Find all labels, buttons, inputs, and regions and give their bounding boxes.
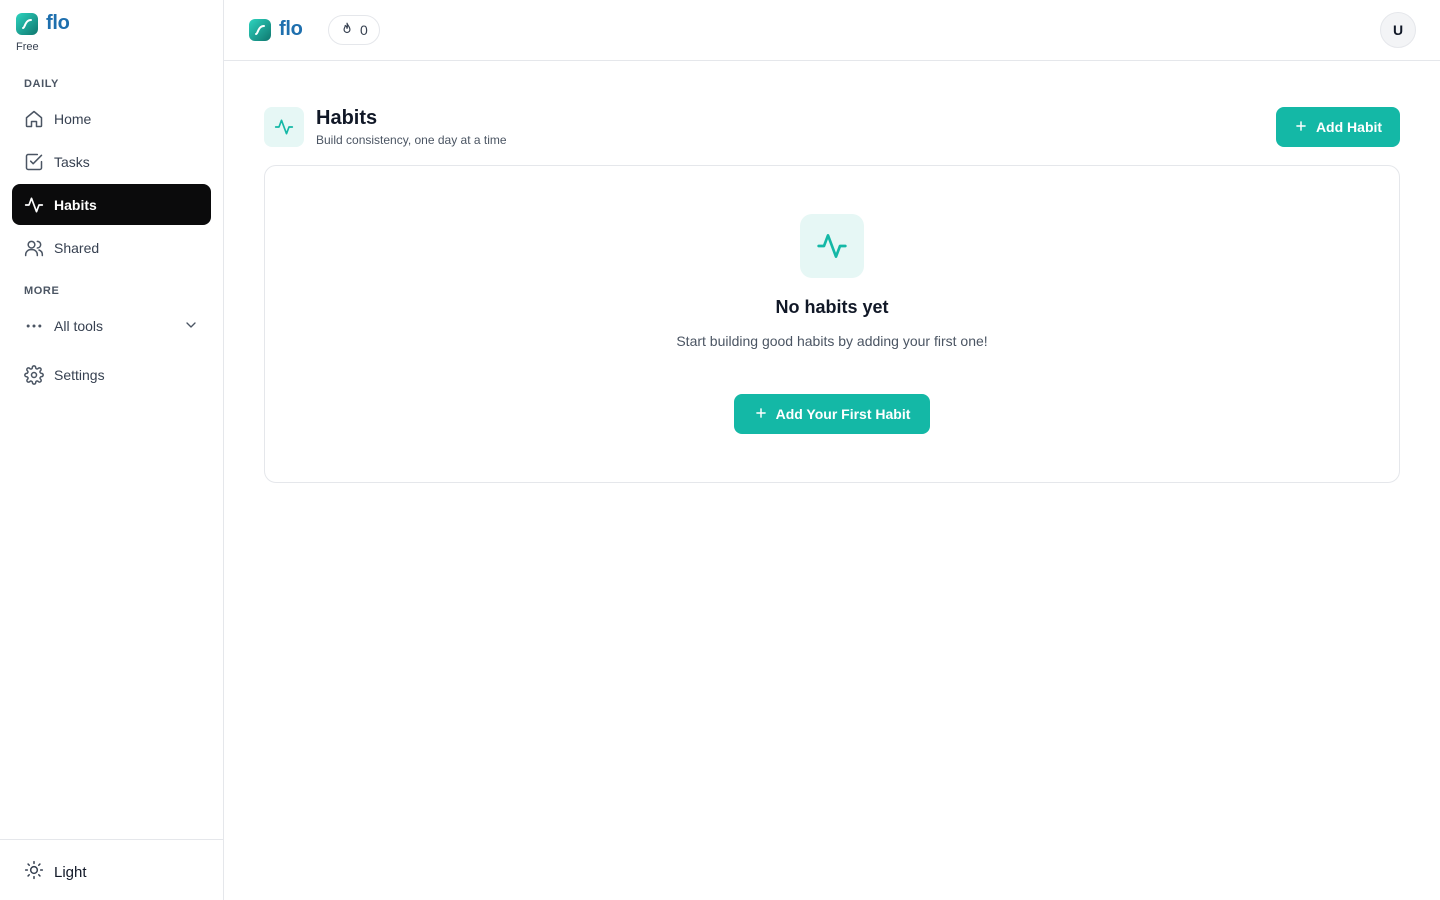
page-subtitle: Build consistency, one day at a time (316, 133, 507, 147)
topbar: flo 0 U (224, 0, 1440, 61)
add-habit-button[interactable]: Add Habit (1276, 107, 1400, 147)
section-label-more: MORE (24, 285, 60, 297)
avatar[interactable]: U (1380, 12, 1416, 48)
chevron-down-icon[interactable] (183, 317, 199, 333)
empty-state-title: No habits yet (775, 297, 889, 317)
brand-name: flo (279, 18, 303, 40)
brand[interactable]: flo (16, 12, 70, 35)
sidebar-item-settings[interactable]: Settings (12, 354, 211, 395)
top-brand[interactable]: flo (249, 18, 303, 41)
activity-icon (800, 214, 864, 278)
theme-label: Light (54, 863, 87, 881)
logo-icon (249, 18, 271, 41)
sidebar-item-label: Habits (54, 196, 97, 213)
sidebar-footer: Light (0, 839, 223, 900)
flame-icon (340, 22, 354, 39)
users-icon (24, 238, 44, 258)
brand-name: flo (46, 12, 70, 34)
page-title: Habits (316, 107, 378, 129)
sidebar-item-label: Home (54, 110, 92, 127)
sidebar-item-label: Settings (54, 366, 105, 383)
add-habit-label: Add Habit (1315, 119, 1383, 135)
sidebar-item-shared[interactable]: Shared (12, 227, 211, 268)
habits-header-icon (264, 107, 304, 147)
sidebar-item-label: All tools (54, 317, 104, 334)
home-icon (24, 109, 44, 129)
sidebar-item-home[interactable]: Home (12, 98, 211, 139)
add-first-habit-button[interactable]: Add Your First Habit (734, 394, 930, 434)
streak-count: 0 (360, 22, 368, 38)
section-label-daily: DAILY (24, 78, 59, 90)
more-horizontal-icon (24, 316, 44, 336)
sidebar-item-label: Tasks (54, 153, 90, 170)
sidebar-item-label: Shared (54, 239, 100, 256)
sidebar: flo Free DAILY Home Tasks Habits Shared … (0, 0, 224, 900)
sidebar-item-habits[interactable]: Habits (12, 184, 211, 225)
sidebar-item-tasks[interactable]: Tasks (12, 141, 211, 182)
empty-state-description: Start building good habits by adding you… (676, 333, 988, 349)
sun-icon (24, 860, 44, 884)
sidebar-item-all-tools[interactable]: All tools (12, 305, 211, 346)
logo-icon (16, 12, 38, 35)
activity-icon (24, 195, 44, 215)
plus-icon (754, 406, 768, 423)
streak-badge[interactable]: 0 (328, 15, 380, 45)
theme-toggle-button[interactable]: Light (24, 860, 87, 884)
checkbox-icon (24, 152, 44, 172)
add-first-habit-label: Add Your First Habit (775, 406, 911, 422)
empty-state-card: No habits yet Start building good habits… (264, 165, 1400, 483)
plan-badge: Free (16, 41, 39, 53)
gear-icon (24, 364, 44, 385)
plus-icon (1294, 119, 1308, 136)
